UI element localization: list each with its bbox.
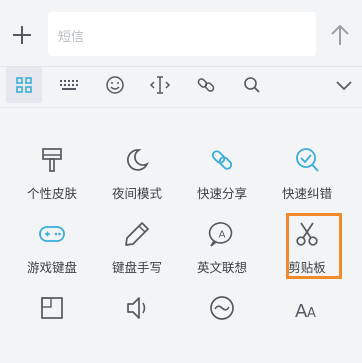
clipboard-highlight-box	[286, 213, 342, 279]
plus-icon[interactable]	[8, 21, 36, 49]
grid-item-night-mode[interactable]: 夜间模式	[92, 135, 182, 215]
grid-item-label: 游戏键盘	[26, 260, 77, 275]
grid-item-handwriting[interactable]: 键盘手写	[92, 209, 182, 289]
send-arrow-icon[interactable]	[328, 21, 352, 49]
message-placeholder: 短信	[58, 30, 85, 45]
text-cursor-icon[interactable]	[142, 67, 178, 103]
grid-item-quick-correct[interactable]: 快速纠错	[262, 135, 352, 215]
layout-icon	[37, 293, 67, 323]
input-bar: 短信	[0, 0, 362, 66]
grid-item-label: 快速分享	[196, 186, 247, 201]
grid-item-layout[interactable]	[7, 283, 97, 363]
share-link-icon	[207, 145, 237, 175]
keyboard-icon[interactable]	[51, 67, 87, 103]
grid-item-english-predict[interactable]: A 英文联想	[177, 209, 267, 289]
magnify-check-icon	[292, 145, 322, 175]
grid-item-label: 键盘手写	[111, 260, 162, 275]
font-size-icon: A A	[292, 293, 322, 323]
grid-item-label: 快速纠错	[281, 186, 332, 201]
grid-item-game-keyboard[interactable]: 游戏键盘	[7, 209, 97, 289]
grid-item-font-size[interactable]: A A	[262, 283, 352, 363]
emoji-icon[interactable]	[97, 67, 133, 103]
svg-text:A: A	[219, 230, 226, 241]
paint-brush-icon	[37, 145, 67, 175]
gamepad-icon	[37, 219, 67, 249]
grid-item-label: 英文联想	[196, 260, 247, 275]
moon-icon	[122, 145, 152, 175]
keyboard-toolbar	[0, 67, 362, 107]
link-icon[interactable]	[188, 67, 224, 103]
search-icon[interactable]	[234, 67, 270, 103]
wave-icon	[207, 293, 237, 323]
grid-icon[interactable]	[6, 67, 42, 103]
grid-item-label: 个性皮肤	[26, 186, 77, 201]
speaker-icon	[122, 293, 152, 323]
pencil-icon	[122, 219, 152, 249]
message-input[interactable]: 短信	[48, 12, 316, 56]
grid-item-quick-share[interactable]: 快速分享	[177, 135, 267, 215]
grid-item-sound[interactable]	[92, 283, 182, 363]
letter-a-bubble-icon: A	[207, 219, 237, 249]
grid-item-wave[interactable]	[177, 283, 267, 363]
grid-item-skin[interactable]: 个性皮肤	[7, 135, 97, 215]
chevron-down-icon[interactable]	[326, 67, 362, 103]
svg-text:A: A	[307, 306, 316, 321]
grid-item-label: 夜间模式	[111, 186, 162, 201]
